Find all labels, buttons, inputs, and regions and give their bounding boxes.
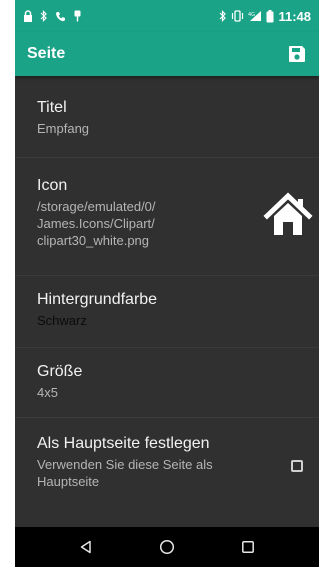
pref-icon-path-line: clipart30_white.png bbox=[37, 233, 150, 248]
pref-title-label: Titel bbox=[37, 99, 67, 116]
pref-background-label: Hintergrundfarbe bbox=[37, 291, 158, 308]
page-title: Seite bbox=[27, 45, 66, 62]
home-page-checkbox[interactable] bbox=[291, 460, 303, 472]
pref-icon-path-line: James.Icons/Clipart/ bbox=[37, 216, 155, 231]
save-icon bbox=[289, 46, 305, 62]
house-icon bbox=[263, 192, 313, 235]
status-right-icons: 4G 11:48 bbox=[219, 9, 311, 24]
bluetooth-icon bbox=[220, 10, 227, 22]
nav-home-button[interactable] bbox=[153, 533, 181, 561]
pref-icon-label: Icon bbox=[37, 177, 68, 194]
vibrate-icon bbox=[232, 10, 244, 22]
save-button[interactable] bbox=[285, 42, 309, 66]
status-left-icons bbox=[23, 10, 82, 22]
pref-icon-path-line: /storage/emulated/0/ bbox=[37, 199, 156, 214]
bluetooth-icon bbox=[40, 10, 47, 22]
pref-icon-path: /storage/emulated/0/ James.Icons/Clipart… bbox=[37, 198, 259, 249]
app-bar: Seite bbox=[15, 32, 319, 76]
pref-background-value: Schwarz bbox=[37, 313, 87, 328]
back-icon bbox=[80, 540, 91, 554]
preferences-list: Titel Empfang Icon /storage/emulated/0/ … bbox=[15, 76, 319, 510]
pref-home-description-line: Verwenden Sie diese Seite als bbox=[37, 457, 213, 472]
signal-4g-icon: 4G bbox=[248, 11, 262, 21]
pref-title-value: Empfang bbox=[37, 121, 90, 136]
svg-text:4G: 4G bbox=[248, 12, 255, 18]
usb-icon bbox=[74, 10, 81, 22]
pref-home-label: Als Hauptseite festlegen bbox=[37, 435, 210, 452]
pref-size[interactable]: Größe 4x5 bbox=[15, 348, 319, 418]
pref-home-description-line: Hauptseite bbox=[37, 474, 100, 489]
pref-icon[interactable]: Icon /storage/emulated/0/ James.Icons/Cl… bbox=[15, 158, 319, 276]
lock-icon bbox=[24, 10, 32, 22]
pref-home-description: Verwenden Sie diese Seite als Hauptseite bbox=[37, 456, 259, 490]
nav-bar bbox=[15, 527, 319, 567]
nav-recents-button[interactable] bbox=[234, 533, 262, 561]
status-time: 11:48 bbox=[278, 8, 311, 24]
recents-icon bbox=[242, 541, 255, 553]
pref-size-value: 4x5 bbox=[37, 385, 58, 400]
pref-background-color[interactable]: Hintergrundfarbe Schwarz bbox=[15, 276, 319, 348]
pref-title[interactable]: Titel Empfang bbox=[15, 82, 319, 158]
pref-size-label: Größe bbox=[37, 363, 83, 380]
battery-icon bbox=[266, 9, 274, 22]
pref-set-home-page[interactable]: Als Hauptseite festlegen Verwenden Sie d… bbox=[15, 418, 319, 510]
home-circle-icon bbox=[159, 539, 175, 555]
phone-screen: 4G 11:48 Seite Titel Empfang Icon /stora… bbox=[15, 0, 319, 567]
phone-icon bbox=[56, 11, 65, 21]
status-bar: 4G 11:48 bbox=[15, 0, 319, 32]
nav-back-button[interactable] bbox=[72, 533, 100, 561]
